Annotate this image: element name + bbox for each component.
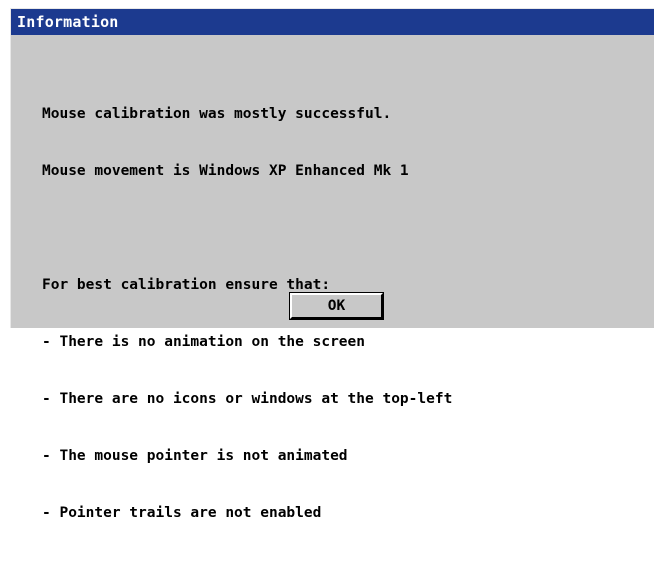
message-spacer [42, 219, 452, 238]
dialog-message: Mouse calibration was mostly successful.… [42, 67, 452, 561]
tip-item-no-animation: - There is no animation on the screen [42, 334, 366, 350]
tips-heading: For best calibration ensure that: [42, 277, 331, 293]
tip-item-pointer-not-animated: - The mouse pointer is not animated [42, 448, 348, 464]
dialog-title: Information [17, 13, 119, 31]
tip-item-no-icons-top-left: - There are no icons or windows at the t… [42, 391, 453, 407]
ok-button[interactable]: OK [289, 292, 384, 320]
information-dialog: Information Mouse calibration was mostly… [10, 8, 654, 521]
tip-item-pointer-trails-disabled: - Pointer trails are not enabled [42, 505, 322, 521]
summary-line-calibration: Mouse calibration was mostly successful. [42, 106, 392, 122]
summary-line-movement: Mouse movement is Windows XP Enhanced Mk… [42, 163, 409, 179]
dialog-title-bar[interactable]: Information [11, 9, 654, 35]
